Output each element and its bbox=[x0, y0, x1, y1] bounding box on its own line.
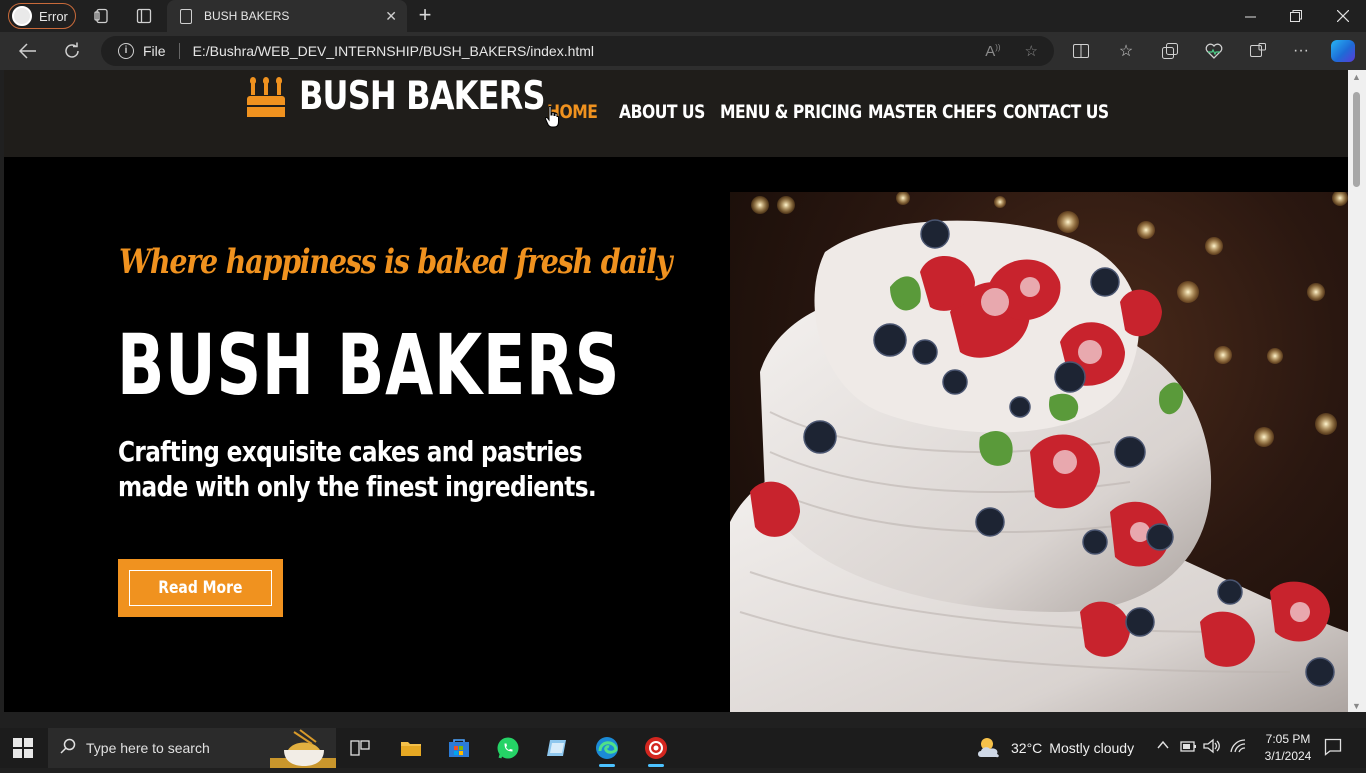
browser-titlebar: Error BUSH BAKERS ✕ + bbox=[0, 0, 1366, 32]
page-scrollbar[interactable]: ▲ ▼ bbox=[1348, 70, 1366, 712]
nav-item-contact-us[interactable]: CONTACT US bbox=[1003, 101, 1109, 123]
restore-button[interactable] bbox=[1273, 0, 1319, 32]
read-more-button[interactable]: Read More bbox=[118, 559, 283, 617]
system-clock[interactable]: 7:05 PM 3/1/2024 bbox=[1254, 731, 1322, 765]
nav-item-master-chefs[interactable]: MASTER CHEFS bbox=[868, 101, 997, 123]
copilot-icon[interactable] bbox=[1331, 40, 1355, 62]
tab-close-icon[interactable]: ✕ bbox=[385, 8, 397, 25]
new-tab-button[interactable]: + bbox=[413, 4, 437, 28]
close-window-button[interactable] bbox=[1320, 0, 1366, 32]
vertical-tabs-icon[interactable] bbox=[131, 4, 157, 28]
split-screen-icon[interactable] bbox=[1070, 40, 1092, 62]
workspaces-icon[interactable] bbox=[89, 4, 115, 28]
wifi-icon[interactable] bbox=[1229, 738, 1247, 757]
taskbar-search[interactable]: Type here to search bbox=[48, 728, 336, 768]
read-more-label: Read More bbox=[158, 578, 243, 598]
scroll-down-icon[interactable]: ▼ bbox=[1352, 701, 1361, 711]
nav-item-menu-pricing[interactable]: MENU & PRICING bbox=[720, 101, 862, 123]
edge-browser-icon[interactable] bbox=[583, 728, 631, 768]
tab-title: BUSH BAKERS bbox=[204, 9, 290, 23]
browser-toolbar: i File E:/Bushra/WEB_DEV_INTERNSHIP/BUSH… bbox=[0, 32, 1366, 70]
minimize-button[interactable] bbox=[1227, 0, 1273, 32]
search-placeholder: Type here to search bbox=[86, 740, 210, 756]
weather-temperature: 32°C bbox=[1011, 740, 1043, 756]
start-button-icon[interactable] bbox=[13, 738, 33, 758]
browser-essentials-icon[interactable] bbox=[1203, 40, 1225, 62]
scroll-thumb[interactable] bbox=[1353, 92, 1360, 187]
hero-title: BUSH BAKERS bbox=[117, 316, 621, 414]
volume-icon[interactable] bbox=[1203, 738, 1221, 757]
clock-time: 7:05 PM bbox=[1265, 732, 1311, 746]
main-nav: HOME ABOUT US MENU & PRICING MASTER CHEF… bbox=[547, 101, 1132, 123]
favorites-icon[interactable]: ☆ bbox=[1115, 40, 1137, 62]
address-bar[interactable]: i File E:/Bushra/WEB_DEV_INTERNSHIP/BUSH… bbox=[101, 36, 1054, 66]
chevron-up-icon[interactable] bbox=[1156, 738, 1170, 755]
favorite-star-icon[interactable]: ☆ bbox=[1025, 42, 1038, 60]
back-arrow-icon[interactable] bbox=[15, 39, 41, 63]
profile-label: Error bbox=[39, 8, 68, 24]
page-icon bbox=[180, 8, 192, 24]
windows-taskbar: Type here to search 32°C Mostly cloudy 7… bbox=[0, 728, 1366, 768]
weather-widget[interactable]: 32°C Mostly cloudy bbox=[975, 728, 1134, 768]
avatar bbox=[12, 6, 32, 26]
microsoft-store-icon[interactable] bbox=[435, 728, 483, 768]
info-icon[interactable]: i bbox=[118, 43, 134, 59]
url-text[interactable]: E:/Bushra/WEB_DEV_INTERNSHIP/BUSH_BAKERS… bbox=[193, 43, 986, 59]
weather-condition: Mostly cloudy bbox=[1049, 740, 1135, 756]
search-icon bbox=[60, 738, 76, 759]
browser-tab[interactable]: BUSH BAKERS ✕ bbox=[167, 0, 407, 32]
read-more-border: Read More bbox=[129, 570, 272, 606]
notification-icon[interactable] bbox=[1324, 738, 1342, 759]
apps-icon[interactable] bbox=[1247, 40, 1269, 62]
clock-date: 3/1/2024 bbox=[1264, 749, 1312, 763]
address-divider bbox=[178, 43, 180, 59]
site-header: BUSH BAKERS HOME ABOUT US MENU & PRICING… bbox=[4, 70, 1348, 157]
hero-description: Crafting exquisite cakes and pastries ma… bbox=[118, 435, 597, 503]
logo-text: BUSH BAKERS bbox=[299, 74, 545, 119]
noodles-bowl-icon bbox=[270, 728, 336, 768]
scroll-up-icon[interactable]: ▲ bbox=[1352, 72, 1361, 82]
profile-button[interactable]: Error bbox=[8, 3, 76, 29]
address-scheme-label: File bbox=[143, 43, 166, 59]
page-viewport: BUSH BAKERS HOME ABOUT US MENU & PRICING… bbox=[4, 70, 1348, 712]
hero-cake-image bbox=[730, 192, 1348, 712]
viewport-bottom-edge bbox=[4, 712, 1348, 720]
whatsapp-icon[interactable] bbox=[484, 728, 532, 768]
read-aloud-icon[interactable]: A)) bbox=[985, 43, 1000, 60]
cake-icon bbox=[247, 76, 285, 117]
hero-tagline: Where happiness is baked fresh daily bbox=[119, 242, 672, 282]
task-view-icon[interactable] bbox=[336, 728, 384, 768]
collections-icon[interactable] bbox=[1159, 40, 1181, 62]
file-explorer-icon[interactable] bbox=[387, 728, 435, 768]
refresh-icon[interactable] bbox=[59, 39, 85, 63]
nav-item-about-us[interactable]: ABOUT US bbox=[619, 101, 705, 123]
notes-app-icon[interactable] bbox=[533, 728, 581, 768]
more-options-icon[interactable]: ··· bbox=[1290, 40, 1312, 62]
mouse-cursor-icon bbox=[545, 106, 559, 128]
recorder-app-icon[interactable] bbox=[632, 728, 680, 768]
battery-icon[interactable] bbox=[1180, 738, 1196, 757]
partly-cloudy-icon bbox=[975, 735, 1003, 762]
